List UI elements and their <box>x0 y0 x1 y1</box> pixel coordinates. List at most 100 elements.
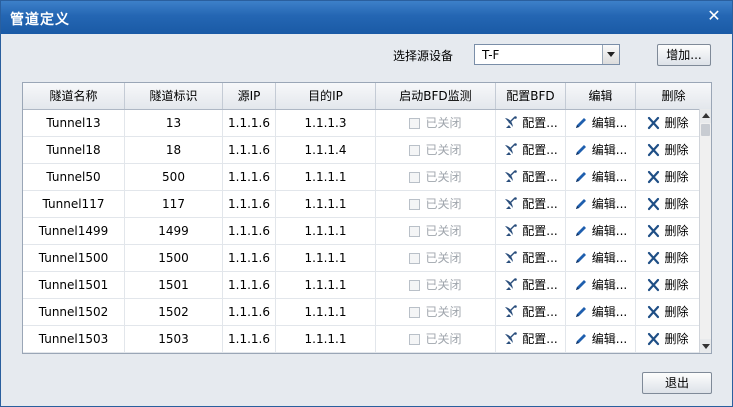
source-device-label: 选择源设备 <box>393 49 454 63</box>
edit-label: 编辑... <box>591 251 628 265</box>
bfd-monitor-checkbox[interactable]: 已关闭 <box>409 170 462 184</box>
pencil-icon <box>575 226 586 236</box>
bfd-monitor-checkbox[interactable]: 已关闭 <box>409 143 462 157</box>
vertical-scrollbar[interactable] <box>699 109 711 353</box>
configure-label: 配置... <box>522 170 558 184</box>
delete-button[interactable]: 删除 <box>646 299 689 325</box>
checkbox-icon <box>409 118 421 129</box>
configure-bfd-button[interactable]: 配置... <box>503 272 558 298</box>
table-cell: 删除 <box>636 164 699 190</box>
table-cell: 配置... <box>496 137 566 163</box>
table-row[interactable]: Tunnel1499 1499 1.1.1.6 1.1.1.1 已关闭 配置... 编辑..… <box>23 218 699 245</box>
tunnel-name: Tunnel1503 <box>38 332 109 346</box>
table-cell: 1.1.1.6 <box>223 110 276 136</box>
exit-button[interactable]: 退出 <box>642 372 712 394</box>
close-icon[interactable]: ✕ <box>705 7 723 25</box>
table-row[interactable]: Tunnel50 500 1.1.1.6 1.1.1.1 已关闭 配置... 编辑... 删除 <box>23 164 699 191</box>
dest-ip: 1.1.1.4 <box>304 143 347 157</box>
delete-button[interactable]: 删除 <box>646 326 689 352</box>
configure-label: 配置... <box>522 278 558 292</box>
scrollbar-thumb[interactable] <box>701 124 710 136</box>
bfd-monitor-checkbox[interactable]: 已关闭 <box>409 224 462 238</box>
scroll-down-icon[interactable] <box>700 339 711 353</box>
column-header-tunnel-id[interactable]: 隧道标识 <box>125 83 223 109</box>
edit-button[interactable]: 编辑... <box>574 245 627 271</box>
bfd-monitor-checkbox[interactable]: 已关闭 <box>409 197 462 211</box>
configure-bfd-button[interactable]: 配置... <box>503 164 558 190</box>
tunnel-id: 117 <box>162 197 185 211</box>
table-row[interactable]: Tunnel18 18 1.1.1.6 1.1.1.4 已关闭 配置... 编辑... 删除 <box>23 137 699 164</box>
chevron-down-icon[interactable] <box>602 45 619 64</box>
configure-bfd-button[interactable]: 配置... <box>503 110 558 136</box>
table-row[interactable]: Tunnel1500 1500 1.1.1.6 1.1.1.1 已关闭 配置... 编辑..… <box>23 245 699 272</box>
table-row[interactable]: Tunnel1503 1503 1.1.1.6 1.1.1.1 已关闭 配置... 编辑..… <box>23 326 699 353</box>
table-cell: 1.1.1.6 <box>223 326 276 352</box>
table-cell: Tunnel1500 <box>23 245 125 271</box>
bfd-monitor-checkbox[interactable]: 已关闭 <box>409 278 462 292</box>
column-header-edit[interactable]: 编辑 <box>566 83 636 109</box>
column-header-config-bfd[interactable]: 配置BFD <box>496 83 566 109</box>
delete-button[interactable]: 删除 <box>646 245 689 271</box>
edit-button[interactable]: 编辑... <box>574 137 627 163</box>
dest-ip: 1.1.1.1 <box>304 251 347 265</box>
title-bar[interactable]: 管道定义 ✕ <box>1 1 732 34</box>
source-device-value: T-F <box>482 48 500 62</box>
edit-button[interactable]: 编辑... <box>574 218 627 244</box>
configure-bfd-button[interactable]: 配置... <box>503 191 558 217</box>
delete-icon <box>648 143 660 157</box>
table-cell: 删除 <box>636 218 699 244</box>
add-button[interactable]: 增加... <box>657 44 711 66</box>
table-row[interactable]: Tunnel117 117 1.1.1.6 1.1.1.1 已关闭 配置... 编辑... 删… <box>23 191 699 218</box>
table-cell: 已关闭 <box>376 137 496 163</box>
edit-button[interactable]: 编辑... <box>574 299 627 325</box>
column-header-tunnel-name[interactable]: 隧道名称 <box>23 83 125 109</box>
table-cell: 配置... <box>496 218 566 244</box>
edit-button[interactable]: 编辑... <box>574 164 627 190</box>
edit-button[interactable]: 编辑... <box>574 326 627 352</box>
delete-icon <box>648 251 660 265</box>
configure-label: 配置... <box>522 143 558 157</box>
delete-button[interactable]: 删除 <box>646 218 689 244</box>
delete-button[interactable]: 删除 <box>646 110 689 136</box>
source-device-select[interactable]: T-F <box>474 44 620 65</box>
configure-bfd-button[interactable]: 配置... <box>503 137 558 163</box>
table-cell: 1.1.1.1 <box>276 272 376 298</box>
table-row[interactable]: Tunnel13 13 1.1.1.6 1.1.1.3 已关闭 配置... 编辑... 删除 <box>23 110 699 137</box>
configure-bfd-button[interactable]: 配置... <box>503 299 558 325</box>
edit-label: 编辑... <box>591 116 628 130</box>
bfd-monitor-checkbox[interactable]: 已关闭 <box>409 332 462 346</box>
delete-label: 删除 <box>664 116 689 130</box>
configure-bfd-button[interactable]: 配置... <box>503 245 558 271</box>
table-header: 隧道名称 隧道标识 源IP 目的IP 启动BFD监测 配置BFD 编辑 删除 <box>23 83 711 110</box>
pencil-icon <box>575 118 586 128</box>
source-ip: 1.1.1.6 <box>228 116 270 130</box>
configure-bfd-button[interactable]: 配置... <box>503 326 558 352</box>
column-header-source-ip[interactable]: 源IP <box>223 83 276 109</box>
delete-button[interactable]: 删除 <box>646 137 689 163</box>
delete-icon <box>648 197 660 211</box>
delete-button[interactable]: 删除 <box>646 191 689 217</box>
table-cell: 1502 <box>125 299 223 325</box>
delete-button[interactable]: 删除 <box>646 164 689 190</box>
tunnel-name: Tunnel18 <box>46 143 101 157</box>
table-row[interactable]: Tunnel1501 1501 1.1.1.6 1.1.1.1 已关闭 配置... 编辑..… <box>23 272 699 299</box>
column-header-delete[interactable]: 删除 <box>636 83 711 109</box>
bfd-monitor-checkbox[interactable]: 已关闭 <box>409 251 462 265</box>
source-ip: 1.1.1.6 <box>228 224 270 238</box>
bfd-monitor-checkbox[interactable]: 已关闭 <box>409 305 462 319</box>
delete-button[interactable]: 删除 <box>646 272 689 298</box>
bfd-monitor-checkbox[interactable]: 已关闭 <box>409 116 462 130</box>
edit-button[interactable]: 编辑... <box>574 272 627 298</box>
configure-label: 配置... <box>522 224 558 238</box>
edit-button[interactable]: 编辑... <box>574 110 627 136</box>
scroll-up-icon[interactable] <box>700 109 711 123</box>
delete-label: 删除 <box>664 170 689 184</box>
dest-ip: 1.1.1.1 <box>304 170 347 184</box>
table-row[interactable]: Tunnel1502 1502 1.1.1.6 1.1.1.1 已关闭 配置... 编辑..… <box>23 299 699 326</box>
column-header-dest-ip[interactable]: 目的IP <box>276 83 376 109</box>
delete-icon <box>648 305 660 319</box>
edit-button[interactable]: 编辑... <box>574 191 627 217</box>
configure-bfd-button[interactable]: 配置... <box>503 218 558 244</box>
delete-label: 删除 <box>664 224 689 238</box>
column-header-bfd-monitor[interactable]: 启动BFD监测 <box>376 83 496 109</box>
